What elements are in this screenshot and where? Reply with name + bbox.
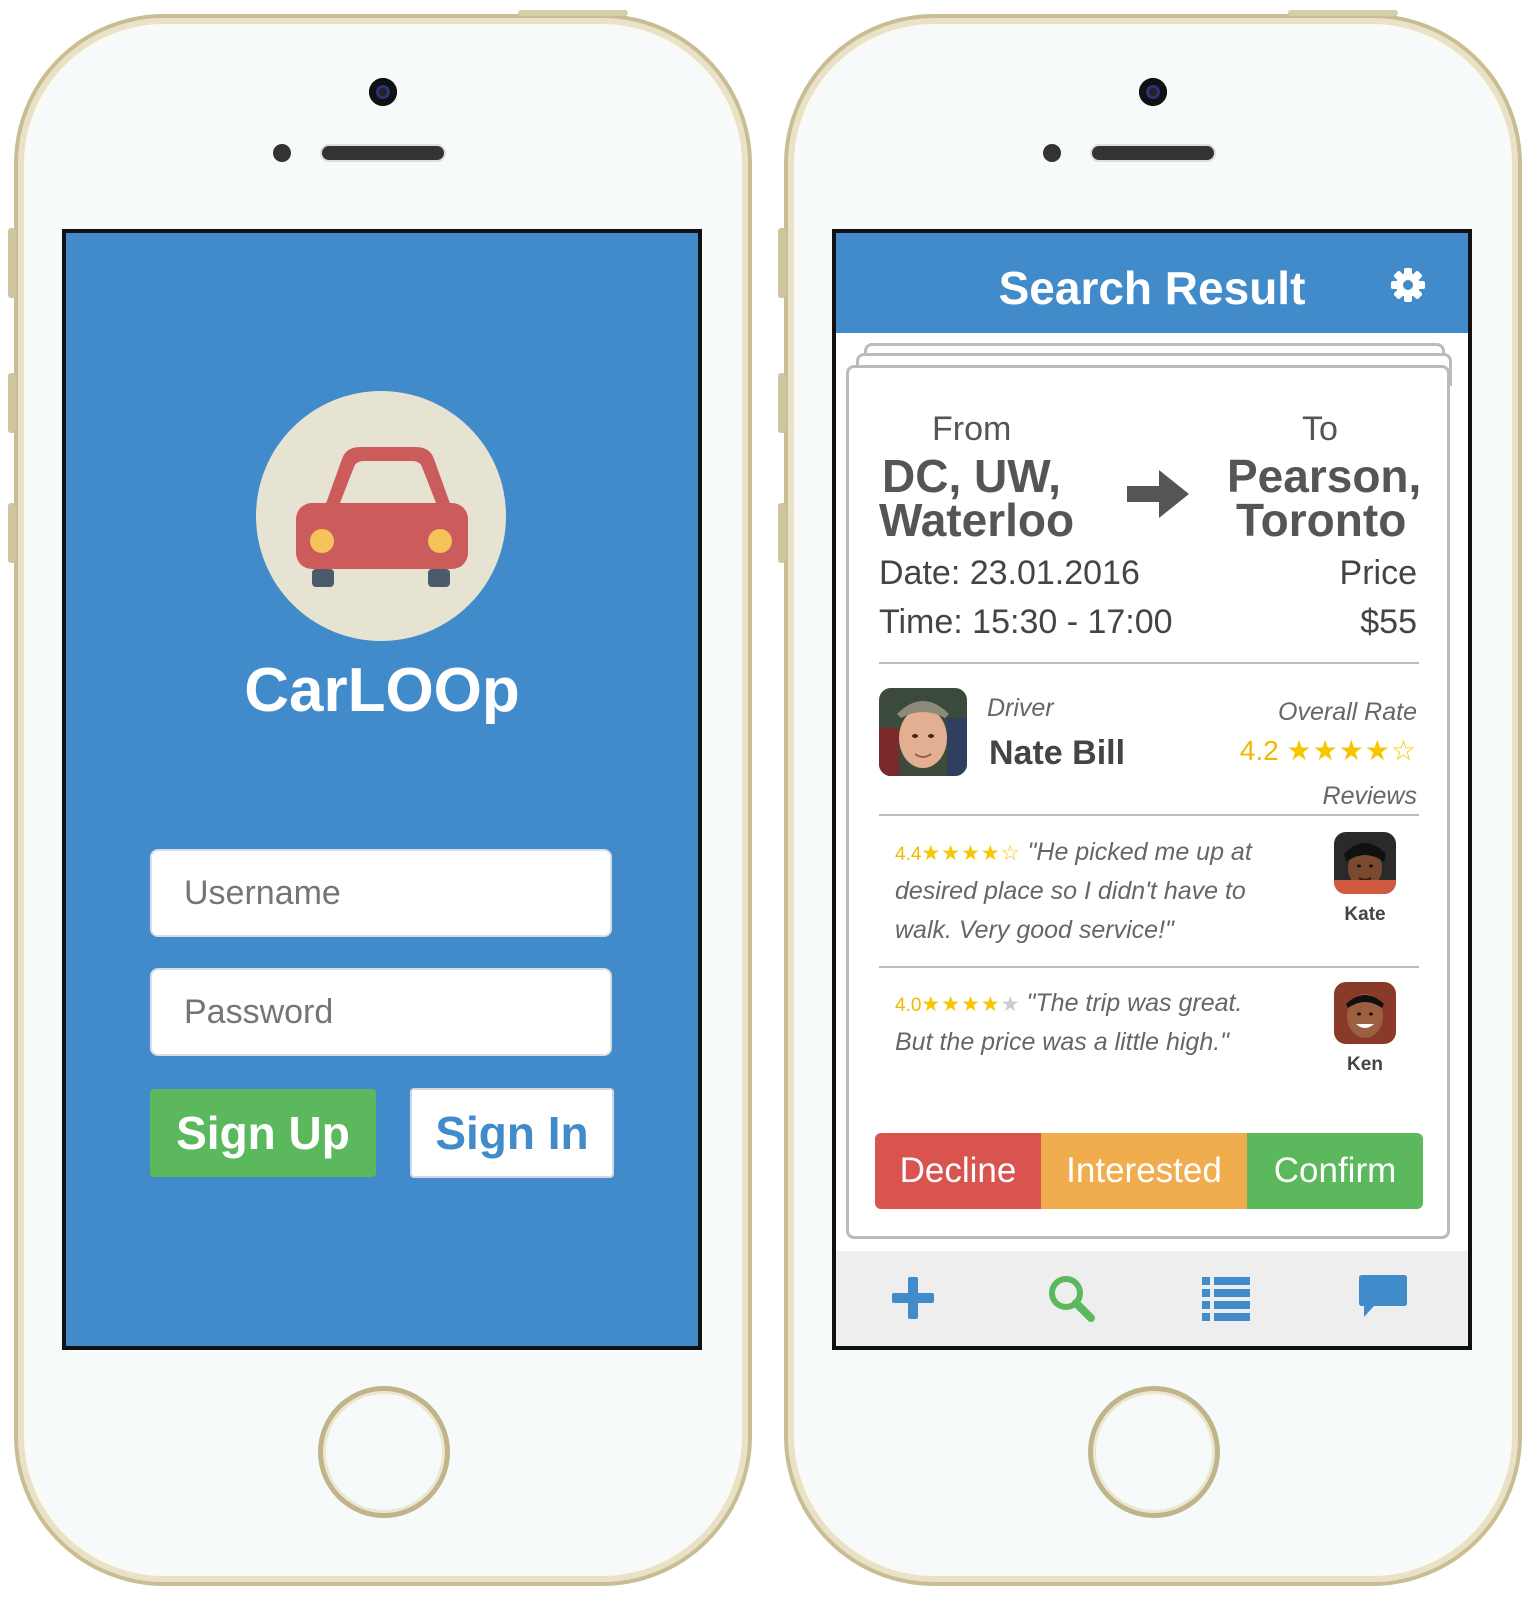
decline-button[interactable]: Decline [875,1133,1041,1209]
search-icon[interactable] [1046,1273,1096,1323]
review-text: walk. Very good service!" [895,916,1174,944]
home-button[interactable] [318,1386,450,1518]
interested-button[interactable]: Interested [1041,1133,1247,1209]
divider [879,662,1419,664]
review-text: But the price was a little high." [895,1028,1230,1056]
review-rating-value: 4.0 [895,995,922,1016]
front-camera [1139,78,1167,106]
review-line: 4.4★★★★☆ "He picked me up at [895,833,1252,874]
sign-in-button[interactable]: Sign In [410,1088,614,1178]
power-button [518,10,628,16]
password-input[interactable] [150,968,612,1056]
earpiece-speaker [322,146,444,160]
from-label: From [932,410,1012,448]
gear-icon[interactable] [1388,265,1428,305]
phone-frame-search: Search Result From DC, UW, Waterloo To P… [778,10,1522,1586]
home-button[interactable] [1088,1386,1220,1518]
header-bar: Search Result [836,233,1468,333]
reviewer-name: Ken [1347,1054,1383,1075]
overall-rating-value: 4.2 [1239,735,1279,766]
ride-card[interactable]: From DC, UW, Waterloo To Pearson, Toront… [846,365,1450,1239]
review-text: desired place so I didn't have to [895,877,1246,905]
review-stars: ★★★★ [921,993,1001,1016]
chat-icon[interactable] [1358,1273,1408,1319]
price-value: $55 [1360,603,1417,641]
mute-switch [778,228,786,298]
to-label: To [1302,410,1338,448]
volume-up-button [778,373,786,433]
price-label: Price [1339,554,1417,592]
car-icon [296,447,468,587]
volume-up-button [8,373,16,433]
list-icon[interactable] [1202,1275,1250,1321]
search-result-screen: Search Result From DC, UW, Waterloo To P… [832,229,1472,1350]
reviewer-avatar-kate[interactable] [1334,832,1396,894]
plus-icon[interactable] [890,1275,936,1321]
overall-rating-stars: ★★★★☆ [1286,735,1417,766]
from-location-line1: DC, UW, [882,450,1061,502]
tab-bar [836,1251,1468,1346]
trip-time: Time: 15:30 - 17:00 [879,603,1173,641]
review-line: 4.0★★★★★ "The trip was great. [895,984,1242,1025]
reviews-label: Reviews [1322,782,1417,810]
username-input[interactable] [150,849,612,937]
front-camera [369,78,397,106]
divider [879,814,1419,816]
power-button [1288,10,1398,16]
app-name: CarLOOp [244,656,520,725]
driver-avatar[interactable] [879,688,967,776]
app-logo [256,391,506,641]
driver-name[interactable]: Nate Bill [989,734,1125,773]
overall-rating: 4.2 ★★★★☆ [1240,734,1417,767]
to-location-line2: Toronto [1236,494,1407,546]
phone-frame-login: CarLOOp Sign Up Sign In [8,10,752,1586]
review-rating-value: 4.4 [895,844,922,865]
trip-date: Date: 23.01.2016 [879,554,1140,592]
proximity-sensor [1043,144,1061,162]
confirm-button[interactable]: Confirm [1247,1133,1423,1209]
to-location-line1: Pearson, [1227,450,1422,502]
reviewer-avatar-ken[interactable] [1334,982,1396,1044]
login-screen: CarLOOp Sign Up Sign In [62,229,702,1350]
overall-rate-label: Overall Rate [1278,698,1417,726]
from-location-line2: Waterloo [879,494,1075,546]
divider [879,966,1419,968]
sign-up-button[interactable]: Sign Up [150,1089,376,1177]
review-star-empty: ★ [1000,993,1020,1016]
volume-down-button [778,503,786,563]
reviewer-name: Kate [1344,904,1386,925]
page-title: Search Result [998,262,1306,314]
volume-down-button [8,503,16,563]
earpiece-speaker [1092,146,1214,160]
review-text: "He picked me up at [1027,838,1252,866]
review-text: "The trip was great. [1026,989,1243,1017]
review-stars: ★★★★☆ [921,842,1021,865]
arrow-right-icon [1127,470,1189,518]
driver-label: Driver [987,694,1054,722]
proximity-sensor [273,144,291,162]
mute-switch [8,228,16,298]
